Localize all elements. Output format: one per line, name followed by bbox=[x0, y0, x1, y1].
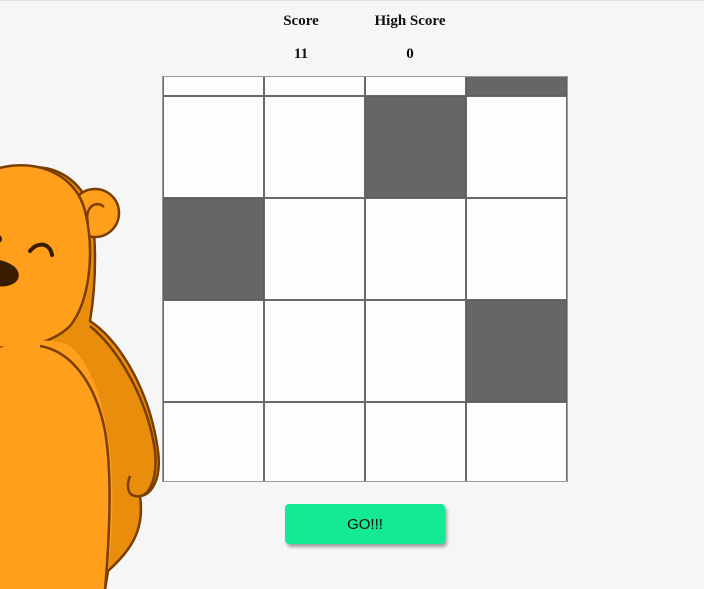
white-tile[interactable] bbox=[365, 402, 466, 481]
white-tile[interactable] bbox=[264, 96, 365, 198]
high-score-value: 0 bbox=[406, 46, 414, 62]
high-score-label: High Score bbox=[374, 13, 446, 29]
black-tile[interactable] bbox=[163, 198, 264, 300]
score-label: Score bbox=[283, 13, 319, 29]
white-tile[interactable] bbox=[466, 402, 567, 481]
white-tile[interactable] bbox=[466, 96, 567, 198]
white-tile[interactable] bbox=[264, 402, 365, 481]
tile-row bbox=[163, 198, 567, 300]
tile-row bbox=[163, 96, 567, 198]
white-tile[interactable] bbox=[163, 96, 264, 198]
game-page: Score 11 High Score 0 GO!!! bbox=[0, 0, 704, 589]
tile-row bbox=[163, 402, 567, 481]
white-tile[interactable] bbox=[264, 300, 365, 402]
white-tile[interactable] bbox=[163, 300, 264, 402]
scoreboard: Score 11 High Score 0 bbox=[262, 11, 472, 71]
go-button[interactable]: GO!!! bbox=[285, 504, 445, 544]
tile-board bbox=[162, 76, 568, 482]
black-tile[interactable] bbox=[365, 96, 466, 198]
score-column: Score 11 bbox=[262, 11, 340, 63]
black-tile[interactable] bbox=[466, 77, 567, 96]
white-tile[interactable] bbox=[264, 77, 365, 96]
white-tile[interactable] bbox=[163, 402, 264, 481]
black-tile[interactable] bbox=[466, 300, 567, 402]
white-tile[interactable] bbox=[365, 77, 466, 96]
white-tile[interactable] bbox=[365, 198, 466, 300]
tile-row bbox=[163, 77, 567, 96]
white-tile[interactable] bbox=[163, 77, 264, 96]
tile-row bbox=[163, 300, 567, 402]
white-tile[interactable] bbox=[466, 198, 567, 300]
white-tile[interactable] bbox=[264, 198, 365, 300]
white-tile[interactable] bbox=[365, 300, 466, 402]
score-value: 11 bbox=[293, 46, 309, 62]
bear-mascot-icon bbox=[0, 164, 161, 589]
high-score-column: High Score 0 bbox=[360, 11, 460, 63]
